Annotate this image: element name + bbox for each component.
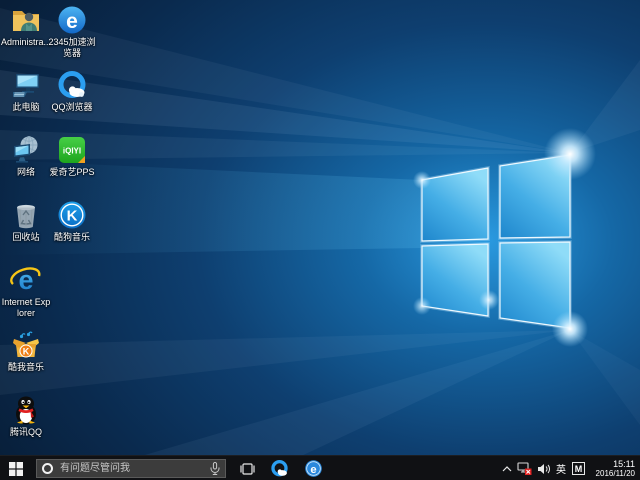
windows-logo-icon [9,462,23,476]
user-folder-icon [10,4,42,36]
task-view-icon [240,463,255,475]
qq-browser-icon [270,459,289,478]
desktop-icon-this-pc[interactable]: 此电脑 [1,69,51,113]
volume-button[interactable] [534,456,553,480]
desktop-icon-tencent-qq[interactable]: 腾讯QQ [1,394,51,438]
desktop-icon-label: 回收站 [1,232,51,243]
desktop-icon-label: 爱奇艺PPS [47,167,97,178]
system-tray: 英 M 15:11 2016/11/20 [499,456,640,480]
ime-language-label: 英 [556,461,566,476]
taskbar-qq-browser-button[interactable] [264,456,294,480]
svg-text:K: K [67,208,78,225]
start-button[interactable] [0,456,32,480]
desktop-icon-label: 此电脑 [1,102,51,113]
svg-text:K: K [23,347,30,357]
network-status-button[interactable] [515,456,534,480]
network-disconnected-icon [517,462,532,475]
2345-browser-icon: e [304,459,323,478]
taskbar-search[interactable] [36,459,226,478]
desktop-icon-label: 腾讯QQ [1,427,51,438]
desktop-icon-label: 网络 [1,167,51,178]
ime-language-button[interactable]: 英 [553,456,569,480]
desktop-icon-label: Administra... [1,37,51,48]
taskbar: e [0,455,640,480]
iqiyi-icon: iQIYI [56,134,88,166]
computer-icon [10,69,42,101]
search-input[interactable] [58,462,210,475]
desktop-icon-kuwo-music[interactable]: K 酷我音乐 [1,329,51,373]
kugou-k-icon: K [56,199,88,231]
taskbar-2345-browser-button[interactable]: e [298,456,328,480]
desktop-icon-network[interactable]: 网络 [1,134,51,178]
desktop-icon-label: 酷狗音乐 [47,232,97,243]
speaker-icon [537,463,550,475]
clock-time: 15:11 [613,459,635,469]
svg-text:e: e [66,10,78,33]
clock[interactable]: 15:11 2016/11/20 [588,456,640,480]
network-globe-icon [10,134,42,166]
desktop-icon-label: Internet Explorer [1,297,51,319]
recycle-bin-icon [10,199,42,231]
kuwo-box-icon: K [10,329,42,361]
windows-desktop: Administra... 此电脑 [0,0,640,480]
ime-mode-button[interactable]: M [569,456,588,480]
2345-browser-icon: e [56,4,88,36]
ie-icon: e [10,264,42,296]
desktop-icon-iqiyi[interactable]: iQIYI 爱奇艺PPS [47,134,97,178]
qq-penguin-icon [10,394,42,426]
desktop-icon-label: 酷我音乐 [1,362,51,373]
hidden-icons-button[interactable] [499,456,515,480]
svg-text:iQIYI: iQIYI [63,147,81,156]
qq-browser-icon [56,69,88,101]
desktop-icon-label: QQ浏览器 [47,102,97,113]
desktop-icon-2345-browser[interactable]: e 2345加速浏览器 [47,4,97,59]
clock-date: 2016/11/20 [596,469,635,479]
microphone-icon[interactable] [210,462,220,475]
desktop-icon-label: 2345加速浏览器 [47,37,97,59]
task-view-button[interactable] [234,456,260,480]
svg-text:e: e [310,464,316,476]
desktop-icon-administrator[interactable]: Administra... [1,4,51,48]
desktop-icon-kugou[interactable]: K 酷狗音乐 [47,199,97,243]
ime-mode-label: M [572,462,585,475]
chevron-up-icon [502,466,512,472]
desktop-icon-internet-explorer[interactable]: e Internet Explorer [1,264,51,319]
desktop-icon-recycle-bin[interactable]: 回收站 [1,199,51,243]
cortana-circle-icon [42,463,53,474]
desktop-icon-qq-browser[interactable]: QQ浏览器 [47,69,97,113]
